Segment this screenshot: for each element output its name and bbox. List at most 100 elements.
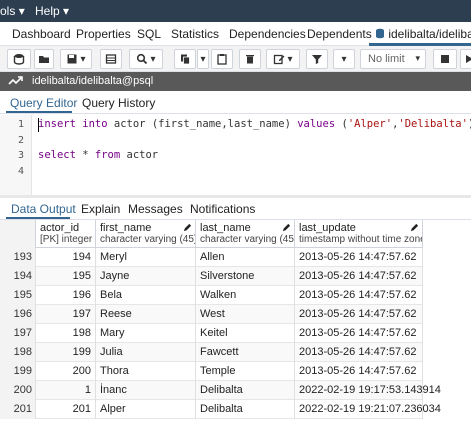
- column-header[interactable]: last_update timestamp without time zone: [295, 220, 423, 248]
- row-number-cell[interactable]: 194: [0, 267, 36, 286]
- tab-explain[interactable]: Explain: [81, 202, 120, 216]
- last-update-cell[interactable]: 2013-05-26 14:47:57.62: [295, 286, 423, 305]
- edit-button[interactable]: ▾: [266, 49, 300, 69]
- filter-button[interactable]: [306, 49, 328, 69]
- table-row[interactable]: 194 195 Jayne Silverstone 2013-05-26 14:47:5…: [0, 267, 423, 286]
- row-number-cell[interactable]: 193: [0, 248, 36, 267]
- query-tabs: Query Editor Query History: [0, 91, 471, 114]
- first-name-cell[interactable]: İnanc: [96, 381, 196, 400]
- last-update-cell[interactable]: 2013-05-26 14:47:57.62: [295, 267, 423, 286]
- first-name-cell[interactable]: Mary: [96, 324, 196, 343]
- actor-id-cell[interactable]: 199: [36, 343, 96, 362]
- open-file-button[interactable]: [7, 49, 31, 69]
- row-number-cell[interactable]: 196: [0, 305, 36, 324]
- row-number-cell[interactable]: 195: [0, 286, 36, 305]
- last-update-cell[interactable]: 2013-05-26 14:47:57.62: [295, 343, 423, 362]
- actor-id-cell[interactable]: 195: [36, 267, 96, 286]
- row-number-cell[interactable]: 200: [0, 381, 36, 400]
- actor-id-cell[interactable]: 197: [36, 305, 96, 324]
- last-update-cell[interactable]: 2013-05-26 14:47:57.62: [295, 248, 423, 267]
- last-name-cell[interactable]: West: [196, 305, 295, 324]
- table-row[interactable]: 195 196 Bela Walken 2013-05-26 14:47:57.62: [0, 286, 423, 305]
- connection-label[interactable]: idelibalta/idelibalta@psql: [32, 75, 153, 87]
- last-name-cell[interactable]: Temple: [196, 362, 295, 381]
- tab-statistics[interactable]: Statistics: [171, 27, 219, 41]
- first-name-cell[interactable]: Thora: [96, 362, 196, 381]
- last-name-cell[interactable]: Allen: [196, 248, 295, 267]
- actor-id-cell[interactable]: 1: [36, 381, 96, 400]
- tab-dependents[interactable]: Dependents: [307, 27, 372, 41]
- actor-id-cell[interactable]: 198: [36, 324, 96, 343]
- first-name-cell[interactable]: Meryl: [96, 248, 196, 267]
- last-update-cell[interactable]: 2013-05-26 14:47:57.62: [295, 305, 423, 324]
- row-limit-select[interactable]: No limit ▾: [360, 49, 426, 69]
- last-name-cell[interactable]: Walken: [196, 286, 295, 305]
- tab-query-editor[interactable]: Query Editor: [10, 96, 77, 110]
- tab-data-output[interactable]: Data Output: [11, 202, 76, 216]
- actor-id-cell[interactable]: 194: [36, 248, 96, 267]
- first-name-cell[interactable]: Jayne: [96, 267, 196, 286]
- actor-id-cell[interactable]: 196: [36, 286, 96, 305]
- line-number: 4: [17, 166, 24, 177]
- first-name-cell[interactable]: Alper: [96, 400, 196, 419]
- row-number-cell[interactable]: 198: [0, 343, 36, 362]
- stop-icon: [441, 55, 449, 63]
- sql-editor[interactable]: 1 2 3 4 insert into actor (first_name,la…: [0, 115, 471, 195]
- table-row[interactable]: 197 198 Mary Keitel 2013-05-26 14:47:57.62: [0, 324, 423, 343]
- tab-dashboard[interactable]: Dashboard: [12, 27, 71, 41]
- save-button[interactable]: ▾: [60, 49, 92, 69]
- delete-button[interactable]: [239, 49, 261, 69]
- open-folder-button[interactable]: [34, 49, 54, 69]
- table-row[interactable]: 201 201 Alper Delibalta 2022-02-19 19:21:07.…: [0, 400, 441, 419]
- last-name-cell[interactable]: Delibalta: [196, 381, 295, 400]
- search-button[interactable]: ▾: [129, 49, 163, 69]
- tab-query-tool[interactable]: idelibalta/idelibalt: [375, 27, 471, 41]
- column-header[interactable]: first_name character varying (45): [96, 220, 196, 248]
- last-update-cell[interactable]: 2022-02-19 19:17:53.143914: [295, 381, 441, 400]
- menu-help[interactable]: Help ▾: [35, 4, 69, 18]
- last-update-cell[interactable]: 2013-05-26 14:47:57.62: [295, 324, 423, 343]
- column-header[interactable]: actor_id [PK] integer: [36, 220, 96, 248]
- find-replace-button[interactable]: [100, 49, 122, 69]
- play-icon: [466, 55, 471, 63]
- row-number-cell[interactable]: 197: [0, 324, 36, 343]
- tab-messages[interactable]: Messages: [128, 202, 183, 216]
- actor-id-cell[interactable]: 201: [36, 400, 96, 419]
- connection-icon[interactable]: [8, 75, 24, 91]
- row-number-cell[interactable]: 199: [0, 362, 36, 381]
- execute-button[interactable]: [460, 49, 471, 69]
- row-number-cell[interactable]: 201: [0, 400, 36, 419]
- paste-button[interactable]: [211, 49, 233, 69]
- tab-properties[interactable]: Properties: [76, 27, 131, 41]
- last-name-cell[interactable]: Silverstone: [196, 267, 295, 286]
- tab-notifications[interactable]: Notifications: [190, 202, 255, 216]
- table-row[interactable]: 200 1 İnanc Delibalta 2022-02-19 19:17:53.14…: [0, 381, 441, 400]
- last-name-cell[interactable]: Keitel: [196, 324, 295, 343]
- table-row[interactable]: 196 197 Reese West 2013-05-26 14:47:57.62: [0, 305, 423, 324]
- first-name-cell[interactable]: Julia: [96, 343, 196, 362]
- copy-button[interactable]: [174, 49, 196, 69]
- stop-button[interactable]: [433, 49, 457, 69]
- column-header[interactable]: last_name character varying (45): [196, 220, 295, 248]
- tab-sql[interactable]: SQL: [137, 27, 161, 41]
- first-name-cell[interactable]: Reese: [96, 305, 196, 324]
- grid-header: actor_id [PK] integer first_name character…: [0, 220, 423, 248]
- pencil-icon: [183, 223, 192, 232]
- tab-query-history[interactable]: Query History: [82, 96, 155, 110]
- table-row[interactable]: 199 200 Thora Temple 2013-05-26 14:47:57.62: [0, 362, 423, 381]
- table-row[interactable]: 193 194 Meryl Allen 2013-05-26 14:47:57.62: [0, 248, 423, 267]
- copy-dropdown[interactable]: ▾: [197, 49, 209, 69]
- last-update-cell[interactable]: 2022-02-19 19:21:07.236034: [295, 400, 441, 419]
- table-row[interactable]: 198 199 Julia Fawcett 2013-05-26 14:47:57.62: [0, 343, 423, 362]
- code-line-3: select * from actor: [38, 149, 159, 161]
- first-name-cell[interactable]: Bela: [96, 286, 196, 305]
- last-update-cell[interactable]: 2013-05-26 14:47:57.62: [295, 362, 423, 381]
- actor-id-cell[interactable]: 200: [36, 362, 96, 381]
- menu-tools[interactable]: ols ▾: [0, 4, 25, 18]
- tab-dependencies[interactable]: Dependencies: [229, 27, 306, 41]
- database-stack-icon: [13, 54, 25, 65]
- last-name-cell[interactable]: Fawcett: [196, 343, 295, 362]
- filter-dropdown[interactable]: ▾: [333, 49, 355, 69]
- last-name-cell[interactable]: Delibalta: [196, 400, 295, 419]
- panel-tab-row: Dashboard Properties SQL Statistics Depe…: [0, 22, 471, 46]
